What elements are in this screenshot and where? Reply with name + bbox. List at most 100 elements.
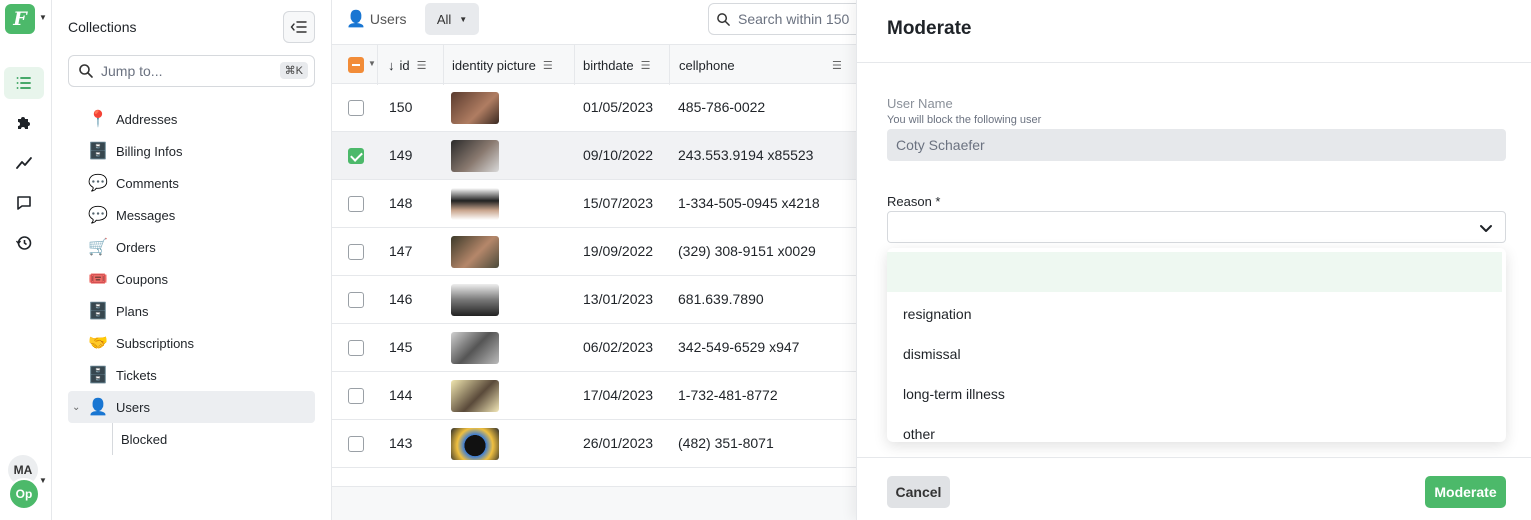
search-icon (717, 12, 730, 26)
table-toolbar: 👤 Users All ▼ Search within 150 (332, 0, 856, 42)
table-row[interactable]: 149 09/10/2022 243.553.9194 x85523 (332, 132, 856, 180)
column-divider (669, 45, 670, 85)
chart-icon[interactable] (4, 147, 44, 179)
reason-select[interactable] (887, 211, 1506, 243)
cancel-button[interactable]: Cancel (887, 476, 950, 508)
column-divider (574, 45, 575, 85)
caret-down-icon[interactable]: ▼ (39, 476, 47, 485)
sidebar-item-messages[interactable]: 💬 Messages (68, 199, 315, 231)
row-checkbox[interactable] (348, 196, 364, 212)
horizontal-scrollbar[interactable] (332, 486, 856, 520)
sidebar-item-comments[interactable]: 💬 Comments (68, 167, 315, 199)
cell-id: 146 (389, 291, 413, 307)
app: F ▼ MA Op ▼ Collections Jump to... ⌘K 📍 … (0, 0, 1531, 520)
column-label: birthdate (583, 57, 634, 73)
view-filter-dropdown[interactable]: All ▼ (425, 3, 479, 35)
table-row[interactable]: 146 13/01/2023 681.639.7890 (332, 276, 856, 324)
select-all-checkbox[interactable] (348, 57, 364, 73)
column-header-cellphone[interactable]: cellphone (679, 45, 735, 85)
sort-desc-icon[interactable]: ↓ (388, 58, 395, 73)
cell-id: 144 (389, 387, 413, 403)
row-checkbox[interactable] (348, 292, 364, 308)
cell-birthdate: 13/01/2023 (583, 291, 654, 307)
cell-birthdate: 15/07/2023 (583, 195, 654, 211)
sidebar-subitem-blocked[interactable]: Blocked (68, 423, 315, 455)
filter-icon[interactable]: ☰ (641, 59, 651, 72)
app-logo[interactable]: F (5, 4, 35, 34)
sidebar-item-billing-infos[interactable]: 🗄️ Billing Infos (68, 135, 315, 167)
list-icon[interactable] (4, 67, 44, 99)
table-row[interactable]: 144 17/04/2023 1-732-481-8772 (332, 372, 856, 420)
table-row[interactable]: 145 06/02/2023 342-549-6529 x947 (332, 324, 856, 372)
jump-to-input[interactable]: Jump to... ⌘K (68, 55, 315, 87)
column-header-id[interactable]: ↓ id ☰ (388, 45, 427, 85)
caret-down-icon[interactable]: ▼ (368, 59, 376, 68)
moderate-panel: Moderate User Name You will block the fo… (856, 0, 1531, 520)
identity-picture (451, 188, 499, 220)
sidebar-item-tickets[interactable]: 🗄️ Tickets (68, 359, 315, 391)
reason-option-other[interactable]: other (887, 414, 1506, 442)
table-row[interactable]: 148 15/07/2023 1-334-505-0945 x4218 (332, 180, 856, 228)
chat-icon[interactable] (4, 187, 44, 219)
divider (857, 457, 1531, 458)
reason-label: Reason * (887, 194, 941, 209)
column-header-birthdate[interactable]: birthdate ☰ (583, 45, 650, 85)
cell-cellphone: 485-786-0022 (678, 99, 766, 115)
reason-option-empty[interactable] (887, 252, 1502, 292)
identity-picture (451, 380, 499, 412)
sidebar-item-orders[interactable]: 🛒 Orders (68, 231, 315, 263)
identity-picture (451, 140, 499, 172)
sidebar-item-label: Blocked (121, 431, 168, 447)
table-row[interactable]: 143 26/01/2023 (482) 351-8071 (332, 420, 856, 468)
collection-tab-users[interactable]: 👤 Users (346, 9, 406, 29)
filter-icon[interactable]: ☰ (832, 45, 842, 85)
table-row[interactable]: 147 19/09/2022 (329) 308-9151 x0029 (332, 228, 856, 276)
table-search-input[interactable]: Search within 150 (708, 3, 856, 35)
collection-list: 📍 Addresses 🗄️ Billing Infos 💬 Comments 💬 Me… (68, 103, 315, 455)
row-checkbox[interactable] (348, 436, 364, 452)
cell-birthdate: 17/04/2023 (583, 387, 654, 403)
reason-option-dismissal[interactable]: dismissal (887, 334, 1506, 374)
sidebar-item-addresses[interactable]: 📍 Addresses (68, 103, 315, 135)
tree-line (112, 423, 113, 455)
cell-id: 150 (389, 99, 413, 115)
table-row[interactable]: 150 01/05/2023 485-786-0022 (332, 84, 856, 132)
cell-birthdate: 19/09/2022 (583, 243, 654, 259)
sidebar-item-label: Plans (116, 303, 149, 319)
sidebar-title: Collections (68, 19, 137, 35)
org-avatar[interactable]: Op (8, 478, 40, 510)
row-checkbox[interactable] (348, 100, 364, 116)
panel-title: Moderate (887, 18, 972, 39)
reason-option-resignation[interactable]: resignation (887, 294, 1506, 334)
chevron-down-icon (1480, 225, 1492, 232)
row-checkbox[interactable] (348, 340, 364, 356)
sidebar-item-label: Tickets (116, 367, 157, 383)
cell-id: 147 (389, 243, 413, 259)
moderate-button[interactable]: Moderate (1425, 476, 1506, 508)
column-header-identity-picture[interactable]: identity picture ☰ (452, 45, 553, 85)
icon-rail: F ▼ MA Op ▼ (0, 0, 52, 520)
divider (857, 62, 1531, 63)
filter-icon[interactable]: ☰ (543, 59, 553, 72)
sidebar-item-users[interactable]: ⌄ 👤 Users (68, 391, 315, 423)
shortcut-badge: ⌘K (279, 62, 308, 79)
sidebar-item-subscriptions[interactable]: 🤝 Subscriptions (68, 327, 315, 359)
row-checkbox[interactable] (348, 148, 364, 164)
sidebar-item-label: Subscriptions (116, 335, 195, 351)
caret-down-icon[interactable]: ▼ (39, 13, 47, 22)
sidebar-item-label: Addresses (116, 111, 178, 127)
reason-dropdown-menu: resignation dismissal long-term illness … (887, 248, 1506, 442)
user-name-label: User Name (887, 96, 953, 111)
puzzle-icon[interactable] (4, 107, 44, 139)
reason-option-long-term-illness[interactable]: long-term illness (887, 374, 1506, 414)
row-checkbox[interactable] (348, 388, 364, 404)
history-icon[interactable] (4, 227, 44, 259)
chevron-down-icon[interactable]: ⌄ (72, 402, 80, 413)
sidebar-item-coupons[interactable]: 🎟️ Coupons (68, 263, 315, 295)
sidebar-item-label: Orders (116, 239, 156, 255)
sidebar-item-plans[interactable]: 🗄️ Plans (68, 295, 315, 327)
filter-icon[interactable]: ☰ (417, 59, 427, 72)
row-checkbox[interactable] (348, 244, 364, 260)
cabinet-icon: 🗄️ (88, 367, 108, 384)
collapse-sidebar-button[interactable] (283, 11, 315, 43)
